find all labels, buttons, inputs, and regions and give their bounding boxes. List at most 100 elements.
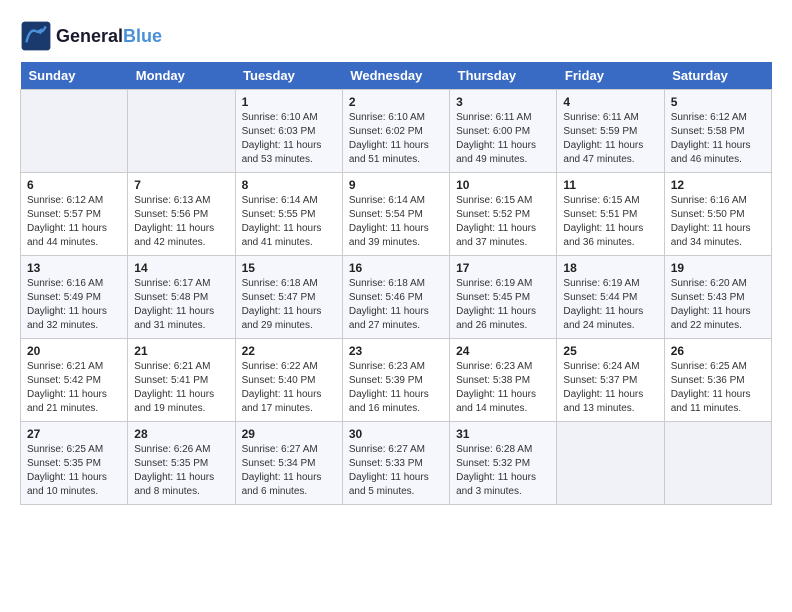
day-info: Sunrise: 6:18 AM Sunset: 5:46 PM Dayligh…: [349, 277, 443, 333]
calendar-cell: 31 Sunrise: 6:28 AM Sunset: 5:32 PM Dayli…: [450, 422, 557, 505]
day-number: 27: [27, 427, 121, 441]
day-info: Sunrise: 6:21 AM Sunset: 5:41 PM Dayligh…: [134, 360, 228, 416]
day-info: Sunrise: 6:12 AM Sunset: 5:57 PM Dayligh…: [27, 194, 121, 250]
day-header-friday: Friday: [557, 62, 664, 90]
page-header: GeneralBlue: [20, 20, 772, 52]
day-header-monday: Monday: [128, 62, 235, 90]
day-info: Sunrise: 6:23 AM Sunset: 5:38 PM Dayligh…: [456, 360, 550, 416]
day-number: 23: [349, 344, 443, 358]
day-info: Sunrise: 6:16 AM Sunset: 5:50 PM Dayligh…: [671, 194, 765, 250]
week-row-4: 20Sunrise: 6:21 AM Sunset: 5:42 PM Dayli…: [21, 339, 772, 422]
day-number: 10: [456, 178, 550, 192]
day-info: Sunrise: 6:12 AM Sunset: 5:58 PM Dayligh…: [671, 111, 765, 167]
logo: GeneralBlue: [20, 20, 162, 52]
day-number: 31: [456, 427, 550, 441]
calendar-table: SundayMondayTuesdayWednesdayThursdayFrid…: [20, 62, 772, 505]
day-number: 11: [563, 178, 657, 192]
day-number: 5: [671, 95, 765, 109]
day-number: 15: [242, 261, 336, 275]
calendar-cell: 25 Sunrise: 6:24 AM Sunset: 5:37 PM Dayli…: [557, 339, 664, 422]
day-info: Sunrise: 6:24 AM Sunset: 5:37 PM Dayligh…: [563, 360, 657, 416]
calendar-cell: [128, 90, 235, 173]
day-header-wednesday: Wednesday: [342, 62, 449, 90]
day-info: Sunrise: 6:16 AM Sunset: 5:49 PM Dayligh…: [27, 277, 121, 333]
calendar-cell: 11 Sunrise: 6:15 AM Sunset: 5:51 PM Dayli…: [557, 173, 664, 256]
day-info: Sunrise: 6:27 AM Sunset: 5:34 PM Dayligh…: [242, 443, 336, 499]
calendar-cell: 4 Sunrise: 6:11 AM Sunset: 5:59 PM Daylig…: [557, 90, 664, 173]
day-info: Sunrise: 6:19 AM Sunset: 5:44 PM Dayligh…: [563, 277, 657, 333]
day-number: 4: [563, 95, 657, 109]
day-info: Sunrise: 6:11 AM Sunset: 5:59 PM Dayligh…: [563, 111, 657, 167]
week-row-5: 27 Sunrise: 6:25 AM Sunset: 5:35 PM Dayli…: [21, 422, 772, 505]
calendar-cell: 13 Sunrise: 6:16 AM Sunset: 5:49 PM Dayli…: [21, 256, 128, 339]
week-row-3: 13 Sunrise: 6:16 AM Sunset: 5:49 PM Dayli…: [21, 256, 772, 339]
day-info: Sunrise: 6:15 AM Sunset: 5:51 PM Dayligh…: [563, 194, 657, 250]
calendar-cell: [557, 422, 664, 505]
day-number: 8: [242, 178, 336, 192]
calendar-cell: 23Sunrise: 6:23 AM Sunset: 5:39 PM Dayli…: [342, 339, 449, 422]
day-number: 17: [456, 261, 550, 275]
calendar-cell: 20Sunrise: 6:21 AM Sunset: 5:42 PM Dayli…: [21, 339, 128, 422]
day-number: 28: [134, 427, 228, 441]
calendar-cell: 10Sunrise: 6:15 AM Sunset: 5:52 PM Dayli…: [450, 173, 557, 256]
day-number: 6: [27, 178, 121, 192]
day-number: 22: [242, 344, 336, 358]
day-number: 3: [456, 95, 550, 109]
calendar-cell: 5 Sunrise: 6:12 AM Sunset: 5:58 PM Daylig…: [664, 90, 771, 173]
day-number: 7: [134, 178, 228, 192]
calendar-cell: 16 Sunrise: 6:18 AM Sunset: 5:46 PM Dayli…: [342, 256, 449, 339]
calendar-cell: 8 Sunrise: 6:14 AM Sunset: 5:55 PM Daylig…: [235, 173, 342, 256]
day-info: Sunrise: 6:10 AM Sunset: 6:02 PM Dayligh…: [349, 111, 443, 167]
calendar-cell: 7 Sunrise: 6:13 AM Sunset: 5:56 PM Daylig…: [128, 173, 235, 256]
day-number: 12: [671, 178, 765, 192]
calendar-cell: [664, 422, 771, 505]
logo-icon: [20, 20, 52, 52]
day-number: 30: [349, 427, 443, 441]
calendar-cell: 6 Sunrise: 6:12 AM Sunset: 5:57 PM Daylig…: [21, 173, 128, 256]
header-row: SundayMondayTuesdayWednesdayThursdayFrid…: [21, 62, 772, 90]
calendar-cell: 3Sunrise: 6:11 AM Sunset: 6:00 PM Daylig…: [450, 90, 557, 173]
day-number: 21: [134, 344, 228, 358]
calendar-cell: 18 Sunrise: 6:19 AM Sunset: 5:44 PM Dayli…: [557, 256, 664, 339]
day-number: 9: [349, 178, 443, 192]
day-info: Sunrise: 6:14 AM Sunset: 5:54 PM Dayligh…: [349, 194, 443, 250]
day-info: Sunrise: 6:14 AM Sunset: 5:55 PM Dayligh…: [242, 194, 336, 250]
day-number: 14: [134, 261, 228, 275]
day-info: Sunrise: 6:21 AM Sunset: 5:42 PM Dayligh…: [27, 360, 121, 416]
calendar-cell: [21, 90, 128, 173]
day-header-thursday: Thursday: [450, 62, 557, 90]
calendar-cell: 29 Sunrise: 6:27 AM Sunset: 5:34 PM Dayli…: [235, 422, 342, 505]
calendar-cell: 22 Sunrise: 6:22 AM Sunset: 5:40 PM Dayli…: [235, 339, 342, 422]
day-info: Sunrise: 6:17 AM Sunset: 5:48 PM Dayligh…: [134, 277, 228, 333]
day-header-sunday: Sunday: [21, 62, 128, 90]
day-number: 16: [349, 261, 443, 275]
calendar-cell: 14 Sunrise: 6:17 AM Sunset: 5:48 PM Dayli…: [128, 256, 235, 339]
day-info: Sunrise: 6:22 AM Sunset: 5:40 PM Dayligh…: [242, 360, 336, 416]
calendar-cell: 2 Sunrise: 6:10 AM Sunset: 6:02 PM Daylig…: [342, 90, 449, 173]
day-info: Sunrise: 6:10 AM Sunset: 6:03 PM Dayligh…: [242, 111, 336, 167]
calendar-cell: 26 Sunrise: 6:25 AM Sunset: 5:36 PM Dayli…: [664, 339, 771, 422]
day-info: Sunrise: 6:19 AM Sunset: 5:45 PM Dayligh…: [456, 277, 550, 333]
day-info: Sunrise: 6:13 AM Sunset: 5:56 PM Dayligh…: [134, 194, 228, 250]
day-info: Sunrise: 6:26 AM Sunset: 5:35 PM Dayligh…: [134, 443, 228, 499]
day-info: Sunrise: 6:25 AM Sunset: 5:35 PM Dayligh…: [27, 443, 121, 499]
day-number: 26: [671, 344, 765, 358]
calendar-cell: 15Sunrise: 6:18 AM Sunset: 5:47 PM Dayli…: [235, 256, 342, 339]
day-number: 29: [242, 427, 336, 441]
calendar-cell: 21 Sunrise: 6:21 AM Sunset: 5:41 PM Dayli…: [128, 339, 235, 422]
day-number: 24: [456, 344, 550, 358]
day-number: 2: [349, 95, 443, 109]
calendar-cell: 17 Sunrise: 6:19 AM Sunset: 5:45 PM Dayli…: [450, 256, 557, 339]
day-number: 18: [563, 261, 657, 275]
day-number: 1: [242, 95, 336, 109]
day-number: 13: [27, 261, 121, 275]
day-header-tuesday: Tuesday: [235, 62, 342, 90]
calendar-cell: 30 Sunrise: 6:27 AM Sunset: 5:33 PM Dayli…: [342, 422, 449, 505]
day-number: 19: [671, 261, 765, 275]
day-info: Sunrise: 6:27 AM Sunset: 5:33 PM Dayligh…: [349, 443, 443, 499]
day-number: 25: [563, 344, 657, 358]
calendar-cell: 12 Sunrise: 6:16 AM Sunset: 5:50 PM Dayli…: [664, 173, 771, 256]
week-row-1: 1 Sunrise: 6:10 AM Sunset: 6:03 PM Daylig…: [21, 90, 772, 173]
day-info: Sunrise: 6:25 AM Sunset: 5:36 PM Dayligh…: [671, 360, 765, 416]
day-info: Sunrise: 6:28 AM Sunset: 5:32 PM Dayligh…: [456, 443, 550, 499]
